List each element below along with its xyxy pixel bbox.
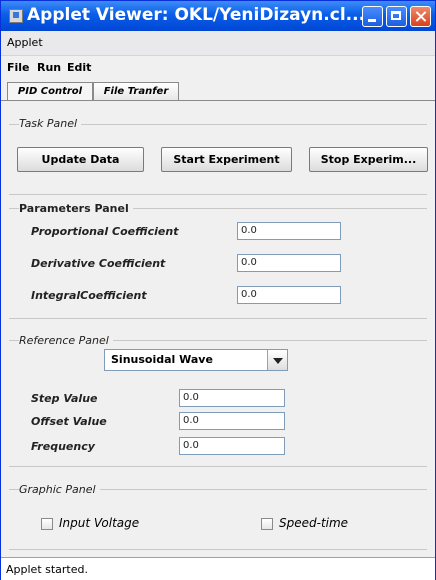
graphic-panel-bottom [9, 549, 427, 550]
parameters-panel-bottom [9, 318, 427, 319]
close-button[interactable] [410, 6, 431, 27]
chevron-down-icon[interactable] [267, 350, 287, 370]
derivative-coefficient-input[interactable]: 0.0 [237, 254, 341, 272]
reference-panel-title: Reference Panel [19, 334, 113, 347]
integral-coefficient-label: IntegralCoefficient [31, 289, 147, 302]
tab-pid-control[interactable]: PID Control [7, 82, 93, 101]
task-panel-title: Task Panel [19, 117, 82, 130]
speed-time-label: Speed-time [279, 516, 349, 530]
menu-edit[interactable]: Edit [67, 61, 91, 74]
tab-strip: PID Control File Tranfer [1, 79, 435, 101]
tab-file-transfer[interactable]: File Tranfer [93, 82, 179, 101]
applet-viewer-window: Applet Viewer: OKL/YeniDizayn.cl... Appl… [0, 0, 436, 580]
checkbox-box[interactable] [41, 518, 53, 530]
start-experiment-button[interactable]: Start Experiment [161, 147, 292, 172]
applet-menu-bar: Applet [1, 31, 435, 56]
stop-experiment-button[interactable]: Stop Experim... [309, 147, 428, 172]
offset-value-input[interactable]: 0.0 [179, 412, 285, 430]
checkbox-box[interactable] [261, 518, 273, 530]
minimize-button[interactable] [362, 6, 383, 27]
menu-run[interactable]: Run [37, 61, 61, 74]
status-text: Applet started. [6, 563, 88, 576]
menu-applet[interactable]: Applet [7, 36, 43, 49]
main-menu-bar: File Run Edit [1, 56, 435, 78]
step-value-label: Step Value [31, 392, 98, 405]
frequency-label: Frequency [31, 440, 95, 453]
title-bar[interactable]: Applet Viewer: OKL/YeniDizayn.cl... [1, 1, 435, 31]
offset-value-label: Offset Value [31, 415, 107, 428]
status-bar: Applet started. [1, 557, 435, 580]
update-data-button[interactable]: Update Data [17, 147, 144, 172]
maximize-button[interactable] [386, 6, 407, 27]
window-title: Applet Viewer: OKL/YeniDizayn.cl... [27, 5, 366, 25]
proportional-coefficient-input[interactable]: 0.0 [237, 222, 341, 240]
wave-type-value: Sinusoidal Wave [111, 353, 213, 366]
integral-coefficient-input[interactable]: 0.0 [237, 286, 341, 304]
java-app-icon [9, 9, 23, 23]
reference-panel-bottom [9, 466, 427, 467]
wave-type-select[interactable]: Sinusoidal Wave [104, 349, 288, 371]
parameters-panel-title: Parameters Panel [19, 202, 133, 215]
frequency-input[interactable]: 0.0 [179, 437, 285, 455]
derivative-coefficient-label: Derivative Coefficient [31, 257, 166, 270]
tab-divider [1, 100, 435, 101]
graphic-panel-title: Graphic Panel [19, 483, 100, 496]
step-value-input[interactable]: 0.0 [179, 389, 285, 407]
proportional-coefficient-label: Proportional Coefficient [31, 225, 179, 238]
task-panel-bottom [9, 194, 427, 195]
input-voltage-label: Input Voltage [59, 516, 140, 530]
menu-file[interactable]: File [7, 61, 30, 74]
